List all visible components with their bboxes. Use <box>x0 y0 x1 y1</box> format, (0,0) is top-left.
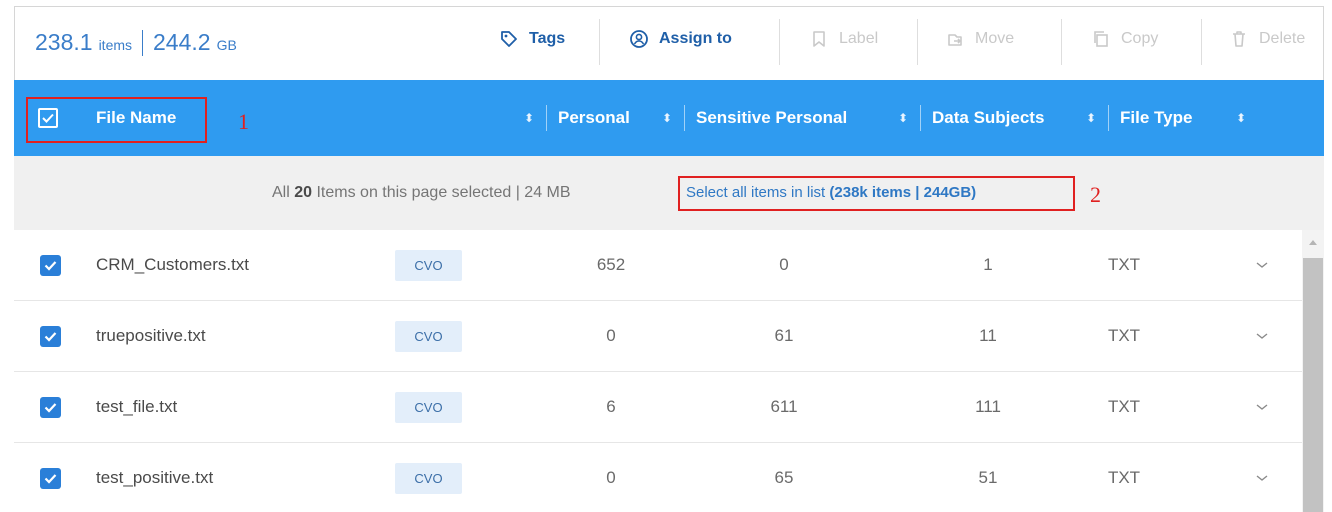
source-badge: CVO <box>395 321 462 352</box>
header-divider <box>1108 105 1109 131</box>
table-row[interactable]: test_positive.txt CVO 0 65 51 TXT <box>14 443 1302 512</box>
file-type: TXT <box>1107 468 1141 487</box>
sort-file-name-icon[interactable]: ⬍ <box>524 80 534 156</box>
sensitive-personal-count: 61 <box>774 326 794 345</box>
sort-file-type-icon[interactable]: ⬍ <box>1236 80 1246 156</box>
header-divider <box>684 105 685 131</box>
personal-count: 6 <box>606 397 616 416</box>
source-badge: CVO <box>395 392 462 423</box>
annotation-number-2: 2 <box>1090 182 1101 207</box>
size-unit: GB <box>216 37 237 53</box>
data-subjects-count: 1 <box>983 255 993 274</box>
checkmark-icon <box>44 474 57 484</box>
assign-to-button[interactable]: Assign to <box>629 29 732 49</box>
sort-data-subjects-icon[interactable]: ⬍ <box>1086 80 1096 156</box>
checkmark-icon <box>44 403 57 413</box>
items-count: 238.1 <box>35 29 93 55</box>
annotation-box-1 <box>26 97 207 143</box>
row-checkbox[interactable] <box>40 468 61 489</box>
toolbar-divider <box>1201 19 1202 65</box>
size-count: 244.2 <box>153 29 211 55</box>
header-divider <box>546 105 547 131</box>
move-button[interactable]: Move <box>945 29 1014 49</box>
chevron-down-icon[interactable] <box>1254 257 1270 273</box>
file-type: TXT <box>1107 326 1141 345</box>
source-badge: CVO <box>395 463 462 494</box>
tag-icon <box>501 31 517 47</box>
label-button[interactable]: Label <box>809 29 878 49</box>
column-header-data-subjects[interactable]: Data Subjects <box>932 80 1044 156</box>
annotation-box-2 <box>678 176 1075 211</box>
file-name: truepositive.txt <box>96 326 206 345</box>
sensitive-personal-count: 611 <box>770 397 798 416</box>
data-subjects-count: 111 <box>975 397 1001 416</box>
table-row[interactable]: test_file.txt CVO 6 611 111 TXT <box>14 372 1302 443</box>
trash-icon <box>1233 31 1245 47</box>
scrollbar-thumb[interactable] <box>1303 258 1323 512</box>
chevron-down-icon[interactable] <box>1254 328 1270 344</box>
tags-button[interactable]: Tags <box>499 29 565 49</box>
sort-sensitive-personal-icon[interactable]: ⬍ <box>898 80 908 156</box>
user-circle-icon <box>630 30 648 48</box>
file-type: TXT <box>1107 255 1141 274</box>
data-subjects-count: 11 <box>979 326 997 345</box>
table-header: File Name ⬍ Personal ⬍ Sensitive Persona… <box>14 80 1324 156</box>
row-checkbox[interactable] <box>40 255 61 276</box>
row-checkbox[interactable] <box>40 326 61 347</box>
selection-count: 20 <box>294 184 313 201</box>
header-divider <box>920 105 921 131</box>
chevron-down-icon[interactable] <box>1254 470 1270 486</box>
data-subjects-count: 51 <box>978 468 998 487</box>
copy-button[interactable]: Copy <box>1091 29 1158 49</box>
toolbar-divider <box>779 19 780 65</box>
selection-summary: All 20 Items on this page selected | 24 … <box>272 184 571 202</box>
toolbar-divider <box>1061 19 1062 65</box>
move-label: Move <box>975 30 1015 47</box>
annotation-number-1: 1 <box>238 109 249 134</box>
vertical-scrollbar[interactable] <box>1302 230 1324 512</box>
column-header-personal[interactable]: Personal <box>558 80 630 156</box>
column-header-file-type[interactable]: File Type <box>1120 80 1192 156</box>
file-type: TXT <box>1107 397 1141 416</box>
move-icon <box>948 34 962 46</box>
sensitive-personal-count: 65 <box>774 468 794 487</box>
scroll-up-arrow-icon[interactable] <box>1308 238 1318 246</box>
delete-button[interactable]: Delete <box>1229 29 1305 49</box>
sort-personal-icon[interactable]: ⬍ <box>662 80 672 156</box>
selection-bar: All 20 Items on this page selected | 24 … <box>14 156 1324 230</box>
summary-divider <box>142 29 144 56</box>
selection-prefix: All <box>272 184 295 201</box>
table-row[interactable]: truepositive.txt CVO 0 61 11 TXT <box>14 301 1302 372</box>
chevron-down-icon[interactable] <box>1254 399 1270 415</box>
assign-to-label: Assign to <box>659 30 732 47</box>
tags-label: Tags <box>529 30 566 47</box>
file-name: test_positive.txt <box>96 468 214 487</box>
personal-count: 0 <box>606 468 616 487</box>
delete-label: Delete <box>1259 30 1306 47</box>
table-row[interactable]: CRM_Customers.txt CVO 652 0 1 TXT <box>14 230 1302 301</box>
selection-suffix: Items on this page selected | 24 MB <box>312 184 571 201</box>
toolbar-divider <box>599 19 600 65</box>
sensitive-personal-count: 0 <box>779 255 789 274</box>
row-checkbox[interactable] <box>40 397 61 418</box>
personal-count: 652 <box>596 255 626 274</box>
file-name: CRM_Customers.txt <box>96 255 250 274</box>
file-name: test_file.txt <box>96 397 178 416</box>
column-header-sensitive-personal[interactable]: Sensitive Personal <box>696 80 847 156</box>
source-badge: CVO <box>395 250 462 281</box>
checkmark-icon <box>44 332 57 342</box>
copy-label: Copy <box>1121 30 1159 47</box>
items-unit: items <box>98 37 133 53</box>
item-size-summary: 238.1 items 244.2 GB <box>35 29 237 56</box>
personal-count: 0 <box>606 326 616 345</box>
file-list: CRM_Customers.txt CVO 652 0 1 TXT truepo… <box>14 230 1302 512</box>
bookmark-icon <box>813 31 825 47</box>
toolbar-divider <box>917 19 918 65</box>
toolbar: 238.1 items 244.2 GB Tags Assign to Labe… <box>14 6 1324 80</box>
label-label: Label <box>839 30 879 47</box>
checkmark-icon <box>44 261 57 271</box>
copy-icon <box>1094 31 1108 47</box>
